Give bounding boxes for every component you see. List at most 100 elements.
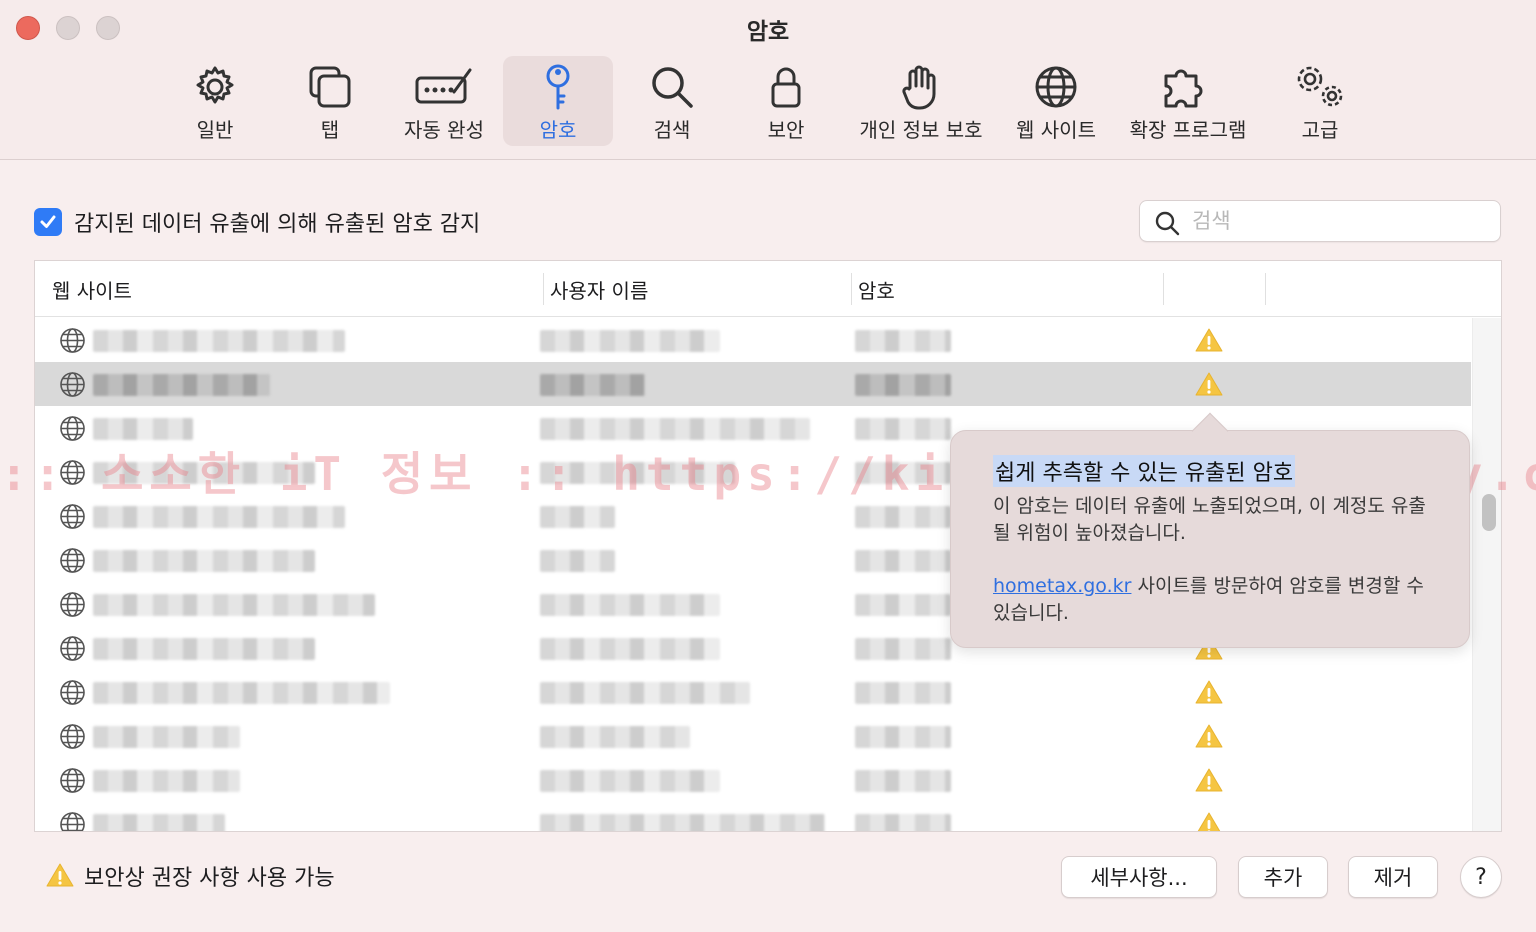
table-row[interactable] <box>35 670 1471 714</box>
globe-icon <box>60 504 85 529</box>
column-divider <box>1265 273 1266 305</box>
globe-icon <box>60 416 85 441</box>
redacted-username <box>540 814 825 831</box>
redacted-password <box>855 726 951 748</box>
column-header-password[interactable]: 암호 <box>858 275 895 304</box>
detect-leaked-checkbox[interactable] <box>34 208 62 236</box>
warning-icon <box>46 863 74 887</box>
redacted-website <box>93 814 225 831</box>
redacted-website <box>93 374 270 396</box>
tab-privacy-label: 개인 정보 보호 <box>859 118 983 142</box>
globe-icon <box>60 548 85 573</box>
redacted-website <box>93 594 375 616</box>
tab-search[interactable]: 검색 <box>617 56 727 146</box>
tab-security[interactable]: 보안 <box>731 56 841 146</box>
globe-icon <box>60 592 85 617</box>
tab-passwords[interactable]: 암호 <box>503 56 613 146</box>
globe-icon <box>60 680 85 705</box>
table-row[interactable] <box>35 318 1471 362</box>
detect-leaked-option: 감지된 데이터 유출에 의해 유출된 암호 감지 <box>34 206 480 238</box>
window-title: 암호 <box>746 19 790 45</box>
globe-icon <box>60 328 85 353</box>
redacted-username <box>540 374 645 396</box>
redacted-password <box>855 506 951 528</box>
security-recommendations-text[interactable]: 보안상 권장 사항 사용 가능 <box>84 860 335 892</box>
tabs-icon <box>309 66 351 108</box>
globe-icon <box>60 636 85 661</box>
table-scrollbar[interactable] <box>1472 318 1501 831</box>
search-icon <box>1155 211 1180 236</box>
tab-extensions[interactable]: 확장 프로그램 <box>1118 56 1258 146</box>
warning-icon <box>1195 724 1223 748</box>
globe-icon <box>60 372 85 397</box>
tab-tabs-label: 탭 <box>320 118 340 142</box>
redacted-website <box>93 682 390 704</box>
table-row[interactable] <box>35 362 1471 406</box>
hand-icon <box>902 65 936 110</box>
redacted-password <box>855 550 951 572</box>
magnifier-icon <box>652 67 693 108</box>
redacted-username <box>540 726 690 748</box>
tab-websites[interactable]: 웹 사이트 <box>1004 56 1108 146</box>
globe-icon <box>60 724 85 749</box>
tab-advanced[interactable]: 고급 <box>1266 56 1374 146</box>
search-input[interactable] <box>1192 205 1492 237</box>
popover-change-info: hometax.go.kr 사이트를 방문하여 암호를 변경할 수 있습니다. <box>993 573 1443 627</box>
redacted-username <box>540 682 750 704</box>
add-button[interactable]: 추가 <box>1238 856 1328 898</box>
gears-icon <box>1297 66 1343 107</box>
redacted-username <box>540 506 615 528</box>
redacted-website <box>93 462 315 484</box>
globe-icon <box>60 460 85 485</box>
tab-websites-label: 웹 사이트 <box>1016 118 1096 142</box>
change-password-link[interactable]: hometax.go.kr <box>993 575 1131 597</box>
redacted-password <box>855 682 951 704</box>
globe-icon <box>60 812 85 831</box>
scrollbar-thumb[interactable] <box>1482 494 1496 531</box>
redacted-website <box>93 550 315 572</box>
details-button[interactable]: 세부사항... <box>1061 856 1217 898</box>
table-row[interactable] <box>35 714 1471 758</box>
redacted-website <box>93 418 193 440</box>
redacted-password <box>855 462 951 484</box>
tab-autofill[interactable]: 자동 완성 <box>388 56 500 146</box>
table-row[interactable] <box>35 758 1471 802</box>
key-icon <box>546 64 570 110</box>
redacted-username <box>540 418 810 440</box>
redacted-password <box>855 418 951 440</box>
redacted-username <box>540 330 720 352</box>
title-bar: 암호 일반 탭 자동 완성 암호 검색 보안 개인 정보 보호 웹 사이트 확장… <box>0 0 1536 160</box>
redacted-website <box>93 506 345 528</box>
column-divider <box>543 273 544 305</box>
lock-icon <box>771 67 801 108</box>
tab-privacy[interactable]: 개인 정보 보호 <box>852 56 990 146</box>
column-header-website[interactable]: 웹 사이트 <box>52 275 132 304</box>
redacted-website <box>93 638 315 660</box>
remove-button[interactable]: 제거 <box>1348 856 1438 898</box>
redacted-username <box>540 638 720 660</box>
leaked-password-popover: 쉽게 추측할 수 있는 유출된 암호 이 암호는 데이터 유출에 노출되었으며,… <box>950 412 1470 648</box>
table-row[interactable] <box>35 802 1471 831</box>
popover-title: 쉽게 추측할 수 있는 유출된 암호 <box>993 455 1296 487</box>
warning-icon <box>1195 768 1223 792</box>
globe-icon <box>1035 66 1077 108</box>
tab-search-label: 검색 <box>653 118 691 142</box>
help-button[interactable]: ? <box>1460 856 1502 898</box>
tab-general-label: 일반 <box>196 118 234 142</box>
redacted-website <box>93 770 240 792</box>
tab-general[interactable]: 일반 <box>160 56 270 146</box>
tab-passwords-label: 암호 <box>539 118 577 142</box>
column-header-username[interactable]: 사용자 이름 <box>550 275 648 304</box>
checkmark-icon <box>40 215 56 228</box>
tab-tabs[interactable]: 탭 <box>275 56 385 146</box>
column-divider <box>1163 273 1164 305</box>
warning-icon <box>1195 372 1223 396</box>
redacted-username <box>540 462 735 484</box>
tab-security-label: 보안 <box>767 118 805 142</box>
globe-icon <box>60 768 85 793</box>
search-field[interactable] <box>1139 200 1501 242</box>
tab-autofill-label: 자동 완성 <box>404 118 484 142</box>
warning-icon <box>1195 680 1223 704</box>
redacted-password <box>855 374 951 396</box>
redacted-username <box>540 594 720 616</box>
